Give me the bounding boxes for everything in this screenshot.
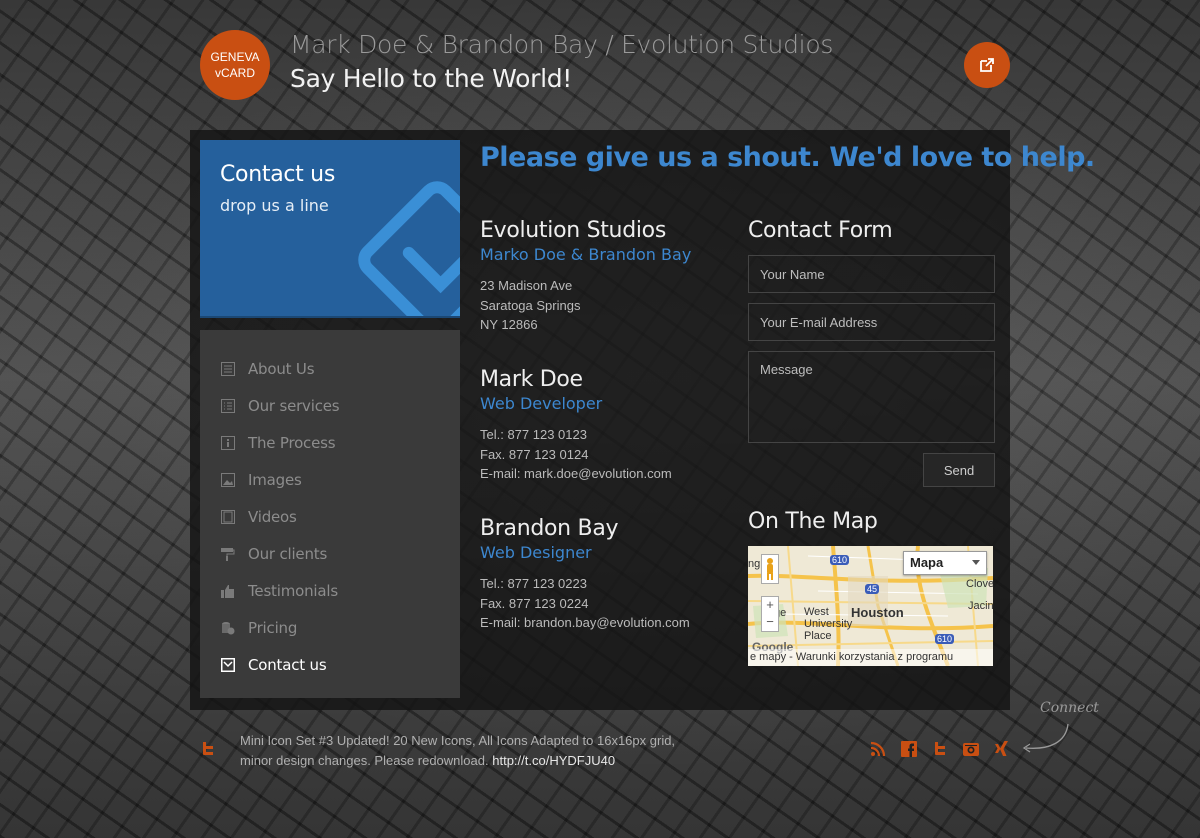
thumbs-up-icon [220, 583, 236, 599]
map-label: Clove [966, 578, 993, 590]
page-tagline: Say Hello to the World! [290, 64, 573, 93]
phone-line: Tel.: 877 123 0223 [480, 576, 587, 591]
nav-item-videos[interactable]: Videos [200, 498, 460, 535]
address-line: 23 Madison Ave [480, 278, 573, 293]
email-line[interactable]: E-mail: mark.doe@evolution.com [480, 464, 672, 484]
nav-label: Testimonials [248, 581, 338, 600]
facebook-icon[interactable] [901, 741, 917, 757]
side-nav: About Us Our services The Process Images… [200, 330, 460, 698]
info-icon [220, 435, 236, 451]
nav-label: Our clients [248, 544, 328, 563]
message-field[interactable] [748, 351, 995, 443]
nav-label: The Process [248, 433, 336, 452]
camera-icon[interactable] [963, 741, 979, 757]
mail-arrow-icon [358, 181, 460, 316]
address-line: Saratoga Springs [480, 297, 581, 313]
roller-icon [220, 546, 236, 562]
curved-arrow-icon [1022, 723, 1069, 753]
twitter-icon[interactable] [932, 741, 948, 757]
tweet: Mini Icon Set #3 Updated! 20 New Icons, … [240, 731, 700, 771]
hero-subtitle: drop us a line [220, 196, 329, 215]
nav-label: Videos [248, 507, 297, 526]
address-line: NY 12866 [480, 317, 538, 332]
map-label: Jacin [968, 600, 993, 612]
nav-item-our-services[interactable]: Our services [200, 387, 460, 424]
logo-line-2: vCARD [214, 66, 255, 80]
person-role: Web Developer [480, 394, 603, 413]
map-label: West University Place [804, 606, 853, 642]
nav-label: About Us [248, 359, 315, 378]
highway-shield: 610 [935, 634, 955, 644]
hero-title: Contact us [220, 162, 335, 187]
twitter-icon[interactable] [200, 741, 216, 757]
list-icon [220, 361, 236, 377]
person-block-mark: Mark Doe Web Developer Tel.: 877 123 012… [480, 367, 672, 484]
map-zoom-control[interactable]: + − [761, 596, 779, 632]
nav-item-our-clients[interactable]: Our clients [200, 535, 460, 572]
logo-line-1: GENEVA [210, 50, 260, 64]
map-type-select[interactable]: Mapa [903, 551, 987, 575]
zoom-in-icon[interactable]: + [762, 597, 778, 614]
rss-icon[interactable] [870, 741, 886, 757]
person-name: Mark Doe [480, 367, 583, 392]
nav-item-pricing[interactable]: Pricing [200, 609, 460, 646]
studio-title: Evolution Studios [480, 218, 667, 243]
list-icon [220, 398, 236, 414]
map-terms[interactable]: e mapy - Warunki korzystania z programu [748, 649, 993, 666]
nav-item-testimonials[interactable]: Testimonials [200, 572, 460, 609]
nav-label: Images [248, 470, 302, 489]
nav-item-the-process[interactable]: The Process [200, 424, 460, 461]
person-block-brandon: Brandon Bay Web Designer Tel.: 877 123 0… [480, 516, 690, 633]
name-field[interactable] [748, 255, 995, 293]
fax-line: Fax. 877 123 0224 [480, 595, 589, 611]
logo-badge[interactable]: GENEVA vCARD [200, 30, 270, 100]
pegman-icon[interactable] [761, 554, 779, 584]
studio-subtitle: Marko Doe & Brandon Bay [480, 245, 692, 264]
highway-shield: 610 [830, 555, 850, 565]
send-button[interactable]: Send [923, 453, 995, 487]
contact-hero: Contact us drop us a line [200, 140, 460, 318]
section-headline: Please give us a shout. We'd love to hel… [480, 142, 1095, 173]
connect-label: Connect [1040, 700, 1099, 716]
highway-shield: 45 [865, 584, 880, 594]
contact-form-title: Contact Form [748, 218, 893, 243]
studio-block: Evolution Studios Marko Doe & Brandon Ba… [480, 218, 691, 335]
email-field[interactable] [748, 303, 995, 341]
person-role: Web Designer [480, 543, 592, 562]
nav-item-contact-us[interactable]: Contact us [200, 646, 460, 683]
envelope-icon [220, 657, 236, 673]
nav-item-about-us[interactable]: About Us [200, 350, 460, 387]
nav-item-images[interactable]: Images [200, 461, 460, 498]
xing-icon[interactable] [994, 741, 1010, 757]
nav-label: Contact us [248, 655, 327, 674]
tweet-link[interactable]: http://t.co/HYDFJU40 [492, 753, 615, 768]
map-title: On The Map [748, 509, 878, 534]
external-link-button[interactable] [964, 42, 1010, 88]
map-type-value: Mapa [910, 555, 944, 570]
video-icon [220, 509, 236, 525]
email-line[interactable]: E-mail: brandon.bay@evolution.com [480, 613, 690, 633]
phone-line: Tel.: 877 123 0123 [480, 427, 587, 442]
external-link-icon [980, 58, 994, 72]
coins-icon [220, 620, 236, 636]
person-name: Brandon Bay [480, 516, 619, 541]
page-title: Mark Doe & Brandon Bay / Evolution Studi… [290, 30, 834, 59]
image-icon [220, 472, 236, 488]
chevron-down-icon [972, 560, 980, 565]
map-widget[interactable]: Houston West University Place Clove Jaci… [748, 546, 993, 666]
zoom-out-icon[interactable]: − [762, 614, 778, 631]
fax-line: Fax. 877 123 0124 [480, 446, 589, 462]
nav-label: Our services [248, 396, 340, 415]
map-label: ng [748, 558, 761, 570]
nav-label: Pricing [248, 618, 298, 637]
